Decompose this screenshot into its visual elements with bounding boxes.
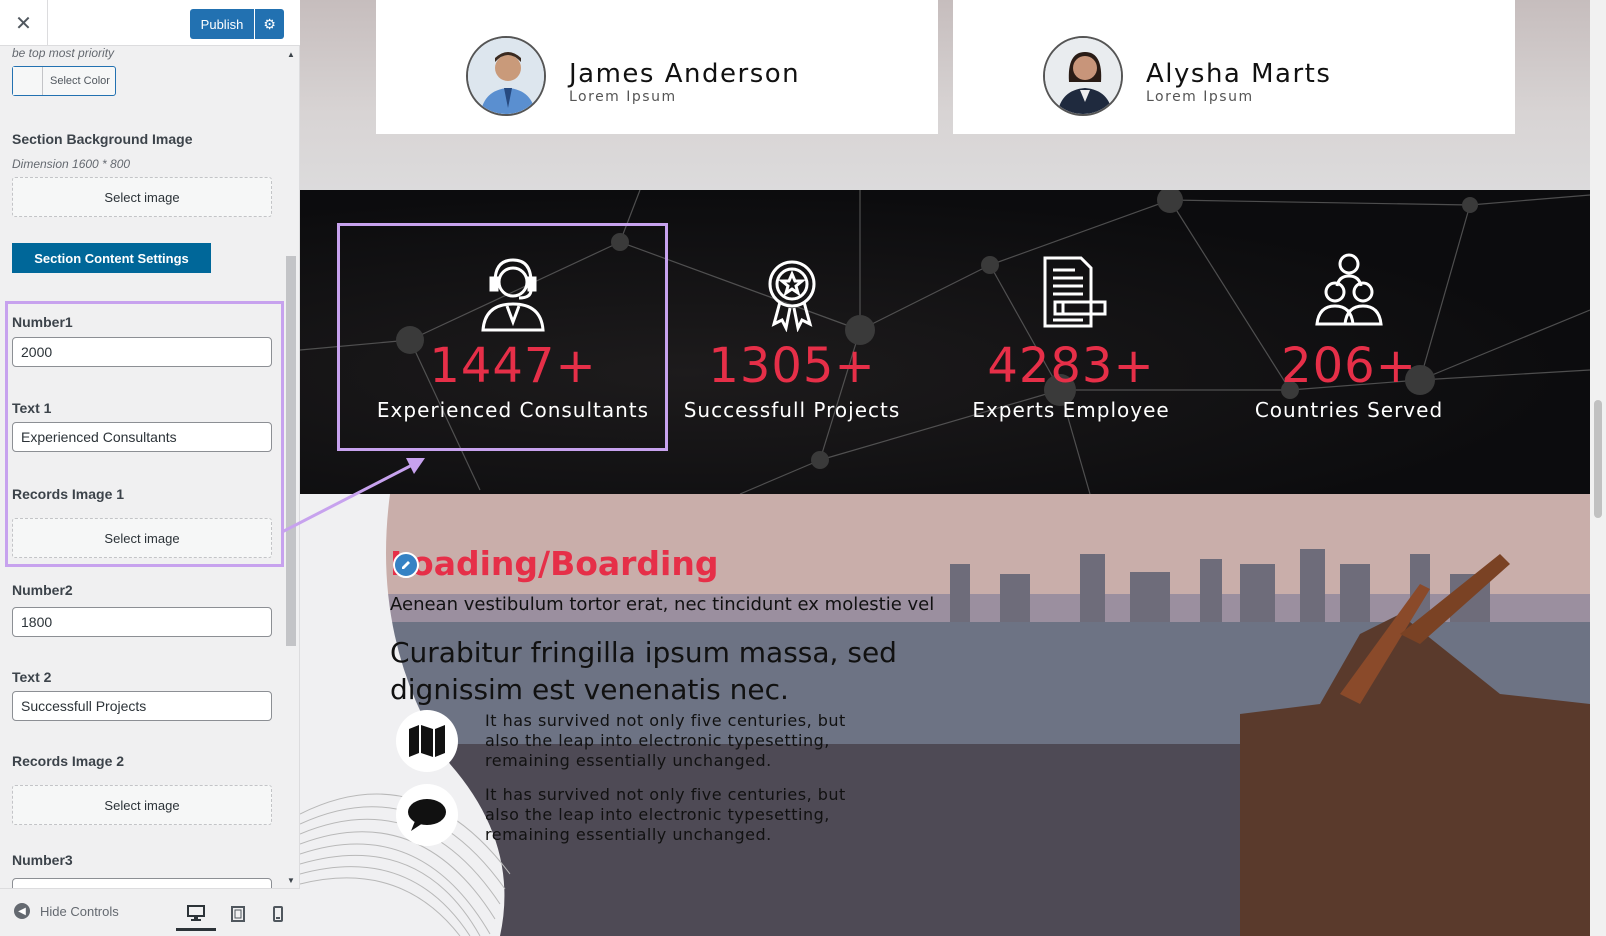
about-heading: Curabitur fringilla ipsum massa, sed dig… (390, 636, 897, 706)
number2-label: Number2 (12, 582, 73, 598)
team-member-name: Alysha Marts (1146, 59, 1332, 89)
stat-item: 4283+ Experts Employee (921, 252, 1221, 422)
section-content-settings-button[interactable]: Section Content Settings (12, 243, 211, 273)
feature-text: It has survived not only five centuries,… (485, 711, 846, 770)
bg-image-label: Section Background Image (12, 131, 193, 147)
bg-image-dimension: Dimension 1600 * 800 (12, 157, 131, 171)
records-image2-label: Records Image 2 (12, 753, 125, 769)
team-member-role: Lorem Ipsum (1146, 89, 1254, 105)
tablet-preview-icon[interactable] (218, 897, 258, 931)
award-badge-icon (752, 252, 832, 333)
team-card: Alysha Marts Lorem Ipsum (953, 0, 1515, 134)
publish-button[interactable]: Publish (190, 9, 254, 39)
text2-input[interactable]: Successfull Projects (12, 691, 272, 721)
stat-number: 1305+ (708, 338, 876, 394)
gear-icon[interactable]: ⚙ (255, 9, 284, 39)
hide-controls-button[interactable]: ◀ Hide Controls (14, 903, 119, 919)
preview-scrollbar[interactable] (1590, 0, 1606, 936)
highlight-frame-stat (337, 223, 668, 451)
sidebar-scroll-thumb[interactable] (286, 256, 296, 646)
stat-number: 4283+ (987, 338, 1155, 394)
select-color-button[interactable]: Select Color (12, 66, 116, 96)
customizer-header: ✕ Publish ⚙ (0, 0, 300, 46)
scroll-down-icon[interactable]: ▼ (287, 876, 295, 885)
edit-pencil-icon[interactable] (393, 552, 419, 578)
bg-image-select-button[interactable]: Select image (12, 177, 272, 217)
stat-item: 1305+ Successfull Projects (642, 252, 942, 422)
avatar (466, 36, 546, 116)
stat-text: Countries Served (1254, 398, 1444, 422)
priority-note: be top most priority (12, 46, 115, 60)
records-image2-select-button[interactable]: Select image (12, 785, 272, 825)
select-color-label: Select Color (50, 75, 110, 87)
number3-label: Number3 (12, 852, 73, 868)
highlight-frame-controls (5, 301, 284, 567)
team-member-name: James Anderson (569, 59, 801, 89)
sidebar-scrollbar[interactable]: ▲ ▼ (286, 46, 296, 888)
about-title: Loading/Boarding (390, 544, 719, 583)
preview-scroll-thumb[interactable] (1594, 400, 1602, 518)
team-section: James Anderson Lorem Ipsum Alysha Marts … (300, 0, 1590, 190)
number2-input[interactable]: 1800 (12, 607, 272, 637)
feature-text: It has survived not only five centuries,… (485, 785, 846, 844)
text2-label: Text 2 (12, 669, 52, 685)
stat-number: 206+ (1281, 338, 1417, 394)
stat-text: Experts Employee (972, 398, 1170, 422)
document-pencil-icon (1031, 252, 1111, 332)
customizer-sidebar: ✕ Publish ⚙ be top most priority Select … (0, 0, 300, 936)
number3-input[interactable] (12, 878, 272, 888)
about-subtitle: Aenean vestibulum tortor erat, nec tinci… (390, 594, 935, 615)
site-preview: James Anderson Lorem Ipsum Alysha Marts … (300, 0, 1590, 936)
team-people-icon (1309, 252, 1389, 332)
stat-text: Successfull Projects (683, 398, 901, 422)
close-icon[interactable]: ✕ (0, 0, 48, 46)
stat-item: 206+ Countries Served (1199, 252, 1499, 422)
color-swatch (13, 67, 43, 95)
team-member-role: Lorem Ipsum (569, 89, 677, 105)
map-icon (396, 710, 458, 772)
hide-controls-label: Hide Controls (40, 903, 119, 919)
team-card: James Anderson Lorem Ipsum (376, 0, 938, 134)
speech-bubble-icon (396, 784, 458, 846)
customizer-footer: ◀ Hide Controls (0, 888, 300, 936)
about-section: Loading/Boarding Aenean vestibulum torto… (300, 494, 1590, 936)
avatar (1043, 36, 1123, 116)
desktop-preview-icon[interactable] (176, 897, 216, 931)
mobile-preview-icon[interactable] (258, 897, 298, 931)
scroll-up-icon[interactable]: ▲ (287, 50, 295, 59)
collapse-arrow-icon: ◀ (14, 903, 30, 919)
